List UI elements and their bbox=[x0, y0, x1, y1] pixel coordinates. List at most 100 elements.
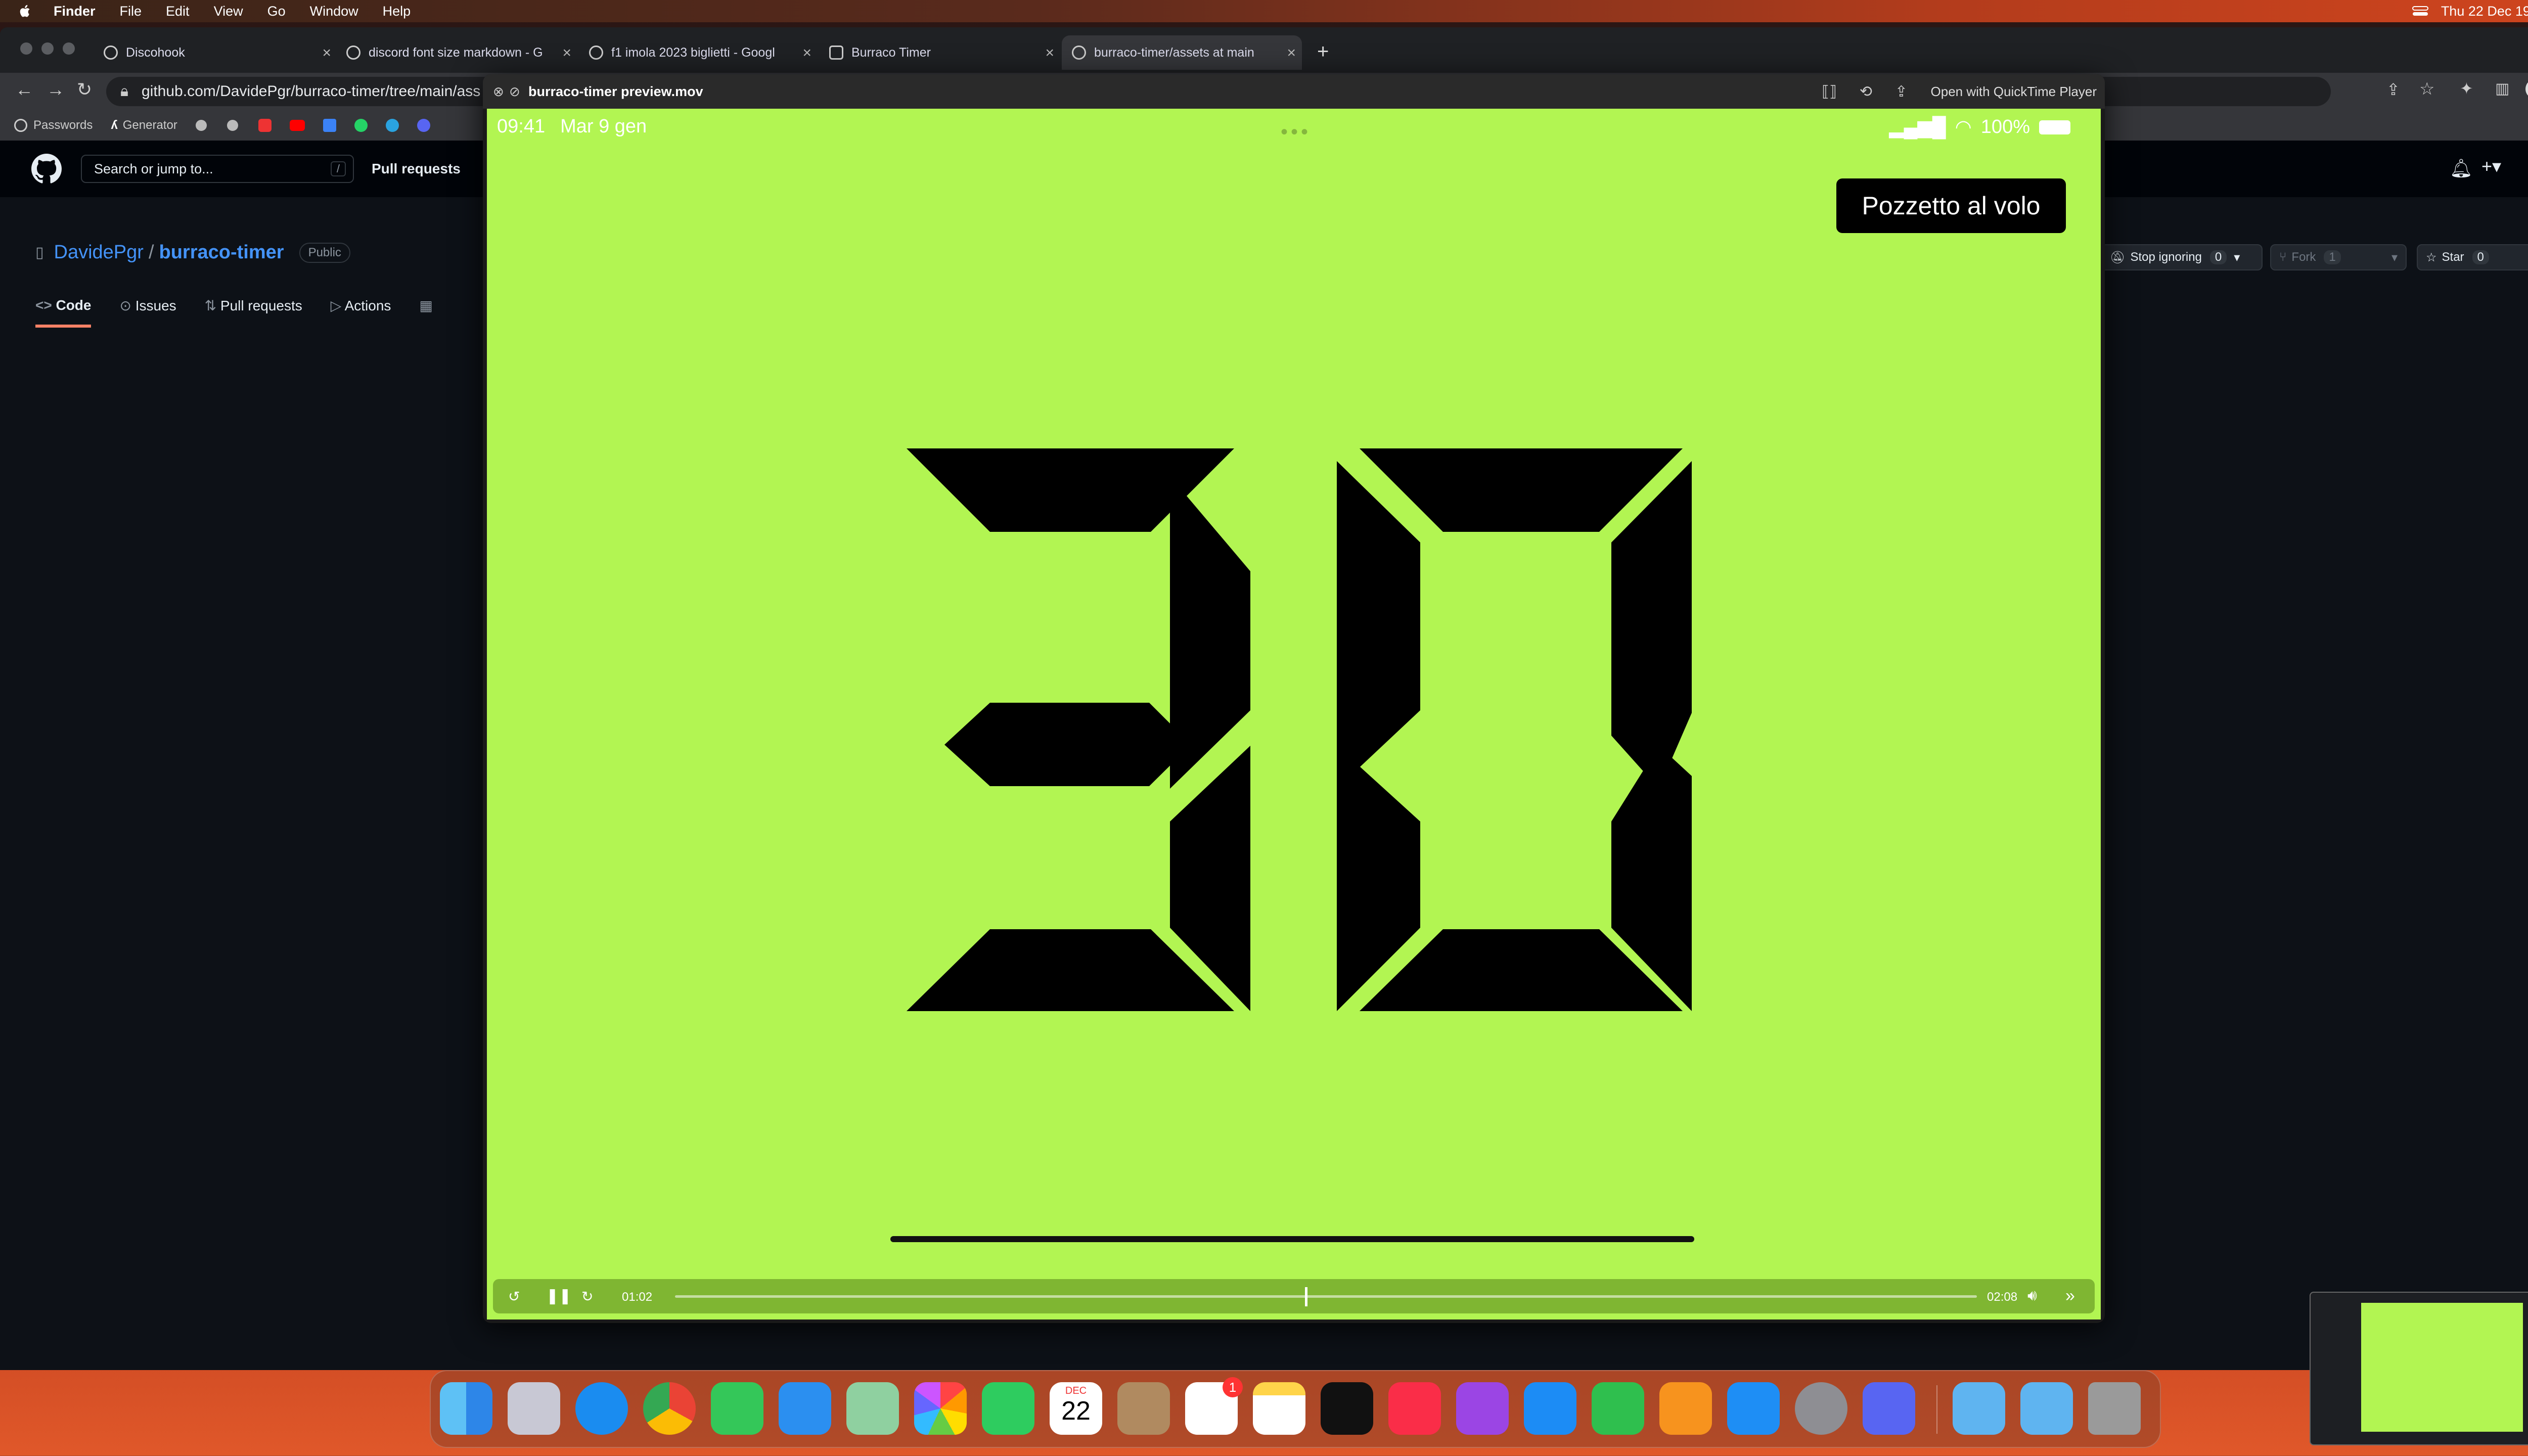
open-with-quicktime-button[interactable]: Open with QuickTime Player bbox=[1931, 84, 2097, 100]
new-tab-button[interactable]: + bbox=[1317, 40, 1329, 63]
close-preview-icon[interactable]: ⊗ bbox=[493, 84, 504, 100]
menu-view[interactable]: View bbox=[214, 4, 243, 19]
podcasts-icon[interactable] bbox=[1456, 1382, 1509, 1435]
github-logo-icon[interactable] bbox=[31, 154, 62, 184]
menu-finder[interactable]: Finder bbox=[54, 4, 96, 19]
calendar-icon[interactable]: DEC 22 bbox=[1050, 1382, 1102, 1435]
scrubber-track[interactable] bbox=[675, 1287, 1977, 1306]
playhead[interactable] bbox=[1305, 1287, 1308, 1306]
close-tab-icon[interactable]: × bbox=[1287, 44, 1296, 62]
telegram-bookmark-icon[interactable] bbox=[385, 119, 399, 132]
issue-icon: ⊙ bbox=[119, 298, 131, 313]
tab-code[interactable]: <> Code bbox=[35, 297, 92, 328]
skip-back-15-icon[interactable]: ↺ bbox=[508, 1288, 520, 1305]
projects-icon[interactable]: ▦ bbox=[419, 297, 432, 328]
bookmark-icon[interactable] bbox=[323, 119, 336, 132]
facetime-icon[interactable] bbox=[982, 1382, 1034, 1435]
menu-edit[interactable]: Edit bbox=[166, 4, 190, 19]
back-icon[interactable]: ← bbox=[15, 79, 33, 100]
github-search-input[interactable]: Search or jump to... / bbox=[81, 155, 354, 183]
launchpad-icon[interactable] bbox=[508, 1382, 560, 1435]
screenshot-thumbnail[interactable] bbox=[2310, 1292, 2528, 1445]
bookmark-passwords[interactable]: Passwords bbox=[14, 118, 93, 132]
music-icon[interactable] bbox=[1388, 1382, 1441, 1435]
rotate-icon[interactable]: ⟲ bbox=[1860, 83, 1872, 101]
menu-go[interactable]: Go bbox=[267, 4, 286, 19]
zoom-window-button[interactable] bbox=[63, 42, 75, 55]
tab-issues[interactable]: ⊙ Issues bbox=[119, 297, 176, 328]
menu-help[interactable]: Help bbox=[383, 4, 411, 19]
tab-actions[interactable]: ▷ Actions bbox=[331, 297, 391, 328]
chrome-icon[interactable] bbox=[643, 1382, 696, 1435]
passwords-icon bbox=[14, 119, 27, 132]
notes-icon[interactable] bbox=[1253, 1382, 1305, 1435]
app-store-icon[interactable] bbox=[1727, 1382, 1780, 1435]
expand-icon[interactable]: » bbox=[2065, 1286, 2075, 1306]
tab-discord-font[interactable]: discord font size markdown - G × bbox=[346, 35, 571, 70]
control-center-icon[interactable] bbox=[2412, 5, 2429, 17]
music-bookmark-icon[interactable] bbox=[258, 119, 272, 132]
menu-file[interactable]: File bbox=[120, 4, 142, 19]
safari-icon[interactable] bbox=[575, 1382, 628, 1435]
star-button[interactable]: ☆ Star 0 ▾ bbox=[2417, 244, 2528, 270]
close-window-button[interactable] bbox=[20, 42, 32, 55]
tab-discohook[interactable]: Discohook × bbox=[104, 35, 331, 70]
close-tab-icon[interactable]: × bbox=[322, 44, 331, 62]
discord-icon[interactable] bbox=[1863, 1382, 1915, 1435]
fullscreen-icon[interactable]: ⊘ bbox=[509, 84, 520, 100]
menu-window[interactable]: Window bbox=[310, 4, 358, 19]
tv-icon[interactable] bbox=[1321, 1382, 1373, 1435]
create-new-icon[interactable]: +▾ bbox=[2481, 156, 2501, 177]
close-tab-icon[interactable]: × bbox=[562, 44, 571, 62]
downloads-folder-icon[interactable] bbox=[1953, 1382, 2005, 1435]
fork-button[interactable]: ⑂ Fork 1 ▾ bbox=[2270, 244, 2407, 270]
reminders-icon[interactable]: 1 bbox=[1185, 1377, 1243, 1435]
repo-owner-link[interactable]: DavidePgr bbox=[54, 242, 144, 263]
maps-icon[interactable] bbox=[846, 1382, 899, 1435]
apple-bookmark-icon[interactable] bbox=[227, 120, 238, 131]
sidepanel-icon[interactable]: ▥ bbox=[2495, 80, 2509, 98]
notifications-icon[interactable]: 🔔︎ bbox=[2450, 158, 2473, 179]
youtube-bookmark-icon[interactable] bbox=[289, 120, 305, 131]
watch-button[interactable]: 🔕︎ Stop ignoring 0 ▾ bbox=[2101, 244, 2263, 270]
trim-icon[interactable]: ⟦⟧ bbox=[1822, 83, 1837, 101]
trash-icon[interactable] bbox=[2088, 1382, 2141, 1435]
share-icon[interactable]: ⇪ bbox=[2386, 80, 2400, 99]
profile-avatar[interactable] bbox=[2525, 79, 2528, 99]
close-tab-icon[interactable]: × bbox=[802, 44, 811, 62]
extensions-icon[interactable]: ✦ bbox=[2460, 79, 2473, 98]
pages-icon[interactable] bbox=[1659, 1382, 1712, 1435]
finder-icon[interactable] bbox=[440, 1382, 492, 1435]
discohook-favicon-icon bbox=[104, 46, 118, 60]
minimize-window-button[interactable] bbox=[41, 42, 54, 55]
tab-burraco-assets[interactable]: burraco-timer/assets at main × bbox=[1062, 35, 1302, 70]
pause-icon[interactable]: ❚❚ bbox=[546, 1287, 571, 1305]
bookmark-generator[interactable]: ʎ Generator bbox=[111, 118, 177, 132]
apple-icon[interactable] bbox=[18, 3, 32, 19]
share-icon[interactable]: ⇪ bbox=[1895, 83, 1908, 101]
bookmark-star-icon[interactable]: ☆ bbox=[2419, 79, 2434, 99]
keynote-icon[interactable] bbox=[1524, 1382, 1576, 1435]
discord-bookmark-icon[interactable] bbox=[417, 119, 430, 132]
tab-f1-imola[interactable]: f1 imola 2023 biglietti - Googl × bbox=[589, 35, 811, 70]
forward-icon[interactable]: → bbox=[47, 79, 65, 100]
close-tab-icon[interactable]: × bbox=[1045, 44, 1054, 62]
tab-pull-requests[interactable]: ⇅ Pull requests bbox=[205, 297, 302, 328]
repo-name-link[interactable]: burraco-timer bbox=[159, 242, 284, 263]
mail-icon[interactable] bbox=[779, 1382, 831, 1435]
messages-icon[interactable] bbox=[711, 1382, 763, 1435]
applications-folder-icon[interactable] bbox=[2020, 1382, 2073, 1435]
menubar-clock[interactable]: Thu 22 Dec 19:22:45 bbox=[2441, 4, 2528, 19]
contacts-icon[interactable] bbox=[1117, 1382, 1170, 1435]
apple-bookmark-icon[interactable] bbox=[195, 120, 207, 131]
numbers-icon[interactable] bbox=[1592, 1382, 1644, 1435]
tab-burraco-timer[interactable]: Burraco Timer × bbox=[829, 35, 1054, 70]
volume-icon[interactable]: 🔊︎ bbox=[2027, 1287, 2037, 1304]
visibility-badge: Public bbox=[299, 242, 350, 263]
photos-icon[interactable] bbox=[914, 1382, 967, 1435]
skip-forward-15-icon[interactable]: ↻ bbox=[581, 1288, 593, 1305]
whatsapp-bookmark-icon[interactable] bbox=[354, 119, 368, 132]
nav-pull-requests[interactable]: Pull requests bbox=[372, 161, 461, 177]
reload-icon[interactable]: ↻ bbox=[77, 79, 92, 100]
settings-gear-icon[interactable] bbox=[1795, 1382, 1847, 1435]
